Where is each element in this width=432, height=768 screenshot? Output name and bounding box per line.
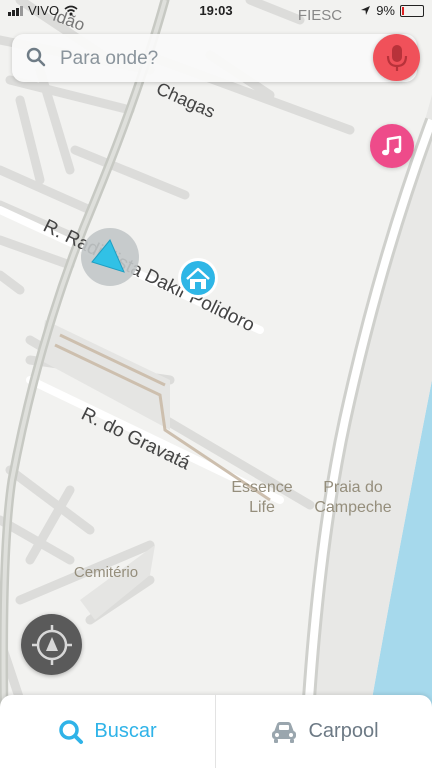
poi-label-praia-2: Campeche [314, 499, 391, 516]
car-icon [272, 721, 297, 743]
poi-label-essence-2: Life [249, 499, 275, 516]
status-bar: VIVO 19:03 9% [0, 0, 432, 22]
search-icon [26, 47, 46, 67]
recenter-button[interactable] [21, 614, 82, 675]
location-arrow-icon [361, 6, 371, 15]
home-marker[interactable] [178, 258, 218, 298]
search-tab-label: Buscar [94, 720, 157, 742]
microphone-button[interactable] [373, 34, 420, 81]
search-tab-button[interactable]: Buscar [0, 695, 215, 768]
microphone-icon [386, 44, 407, 71]
poi-label-essence-1: Essence [231, 479, 292, 496]
status-right: 9% [360, 3, 424, 18]
bottom-divider [215, 695, 216, 768]
carpool-tab-label: Carpool [308, 720, 379, 742]
poi-label-cemiterio: Cemitério [74, 564, 138, 581]
current-location-marker[interactable] [81, 228, 139, 286]
search-icon [59, 719, 84, 744]
recenter-icon [31, 624, 72, 665]
battery-icon [400, 4, 424, 17]
music-button[interactable] [370, 124, 414, 168]
search-input[interactable]: Para onde? [60, 48, 158, 70]
music-note-icon [382, 135, 402, 156]
battery-percent: 9% [376, 3, 395, 18]
poi-label-praia-1: Praia do [323, 479, 383, 496]
bottom-bar: Buscar Carpool [0, 695, 432, 768]
carpool-tab-button[interactable]: Carpool [217, 695, 432, 768]
search-bar[interactable]: Para onde? [12, 34, 417, 82]
